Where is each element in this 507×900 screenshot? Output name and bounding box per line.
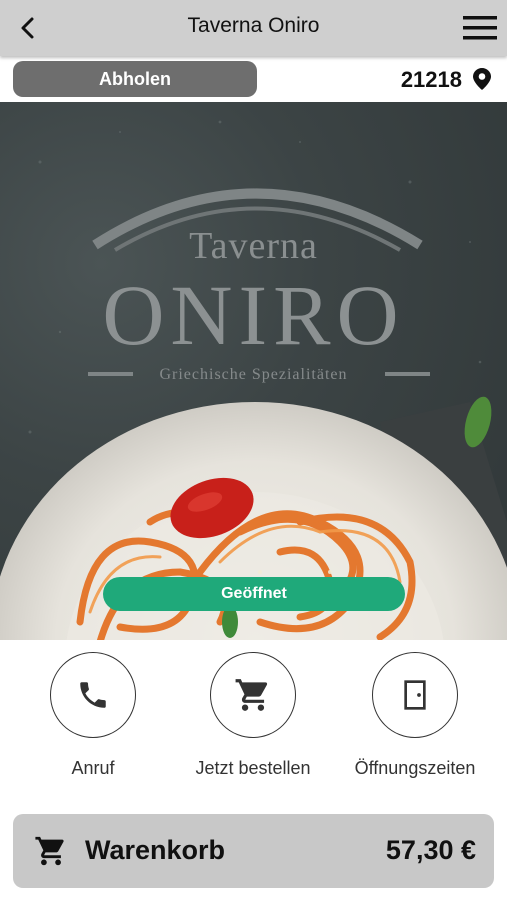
door-icon <box>404 680 426 710</box>
app-header: Taverna Oniro <box>0 0 507 56</box>
order-now-label: Jetzt bestellen <box>195 758 311 778</box>
logo-subtitle: Griechische Spezialitäten <box>159 366 348 383</box>
call-label: Anruf <box>71 758 115 778</box>
opening-hours-label: Öffnungszeiten <box>354 758 476 778</box>
shopping-cart-icon <box>235 679 268 711</box>
logo-line-taverna: Taverna <box>189 225 318 267</box>
page-title: Taverna Oniro <box>187 14 320 37</box>
order-now-button[interactable] <box>210 652 296 738</box>
zip-code[interactable]: 21218 <box>401 67 462 93</box>
cart-button[interactable]: Warenkorb 57,30 € <box>13 814 494 888</box>
opening-hours-action[interactable]: Öffnungszeiten <box>335 652 495 779</box>
cart-label: Warenkorb <box>85 835 226 865</box>
order-now-action[interactable]: Jetzt bestellen <box>173 652 333 779</box>
opening-hours-button[interactable] <box>372 652 458 738</box>
call-action[interactable]: Anruf <box>13 652 173 779</box>
pickup-button[interactable]: Abholen <box>13 61 257 97</box>
menu-button[interactable] <box>463 15 497 41</box>
open-status-badge[interactable]: Geöffnet <box>103 577 405 611</box>
call-button[interactable] <box>50 652 136 738</box>
hamburger-menu-icon <box>463 16 497 40</box>
order-mode-bar: Abholen 21218 <box>0 56 507 102</box>
shopping-cart-icon <box>35 836 64 866</box>
cart-total: 57,30 € <box>385 835 476 865</box>
location-pin-icon[interactable] <box>473 68 491 90</box>
hero-image: Taverna ONIRO Griechische Spezialitäten … <box>0 102 507 640</box>
logo-line-oniro: ONIRO <box>102 267 405 363</box>
phone-icon <box>80 682 106 708</box>
